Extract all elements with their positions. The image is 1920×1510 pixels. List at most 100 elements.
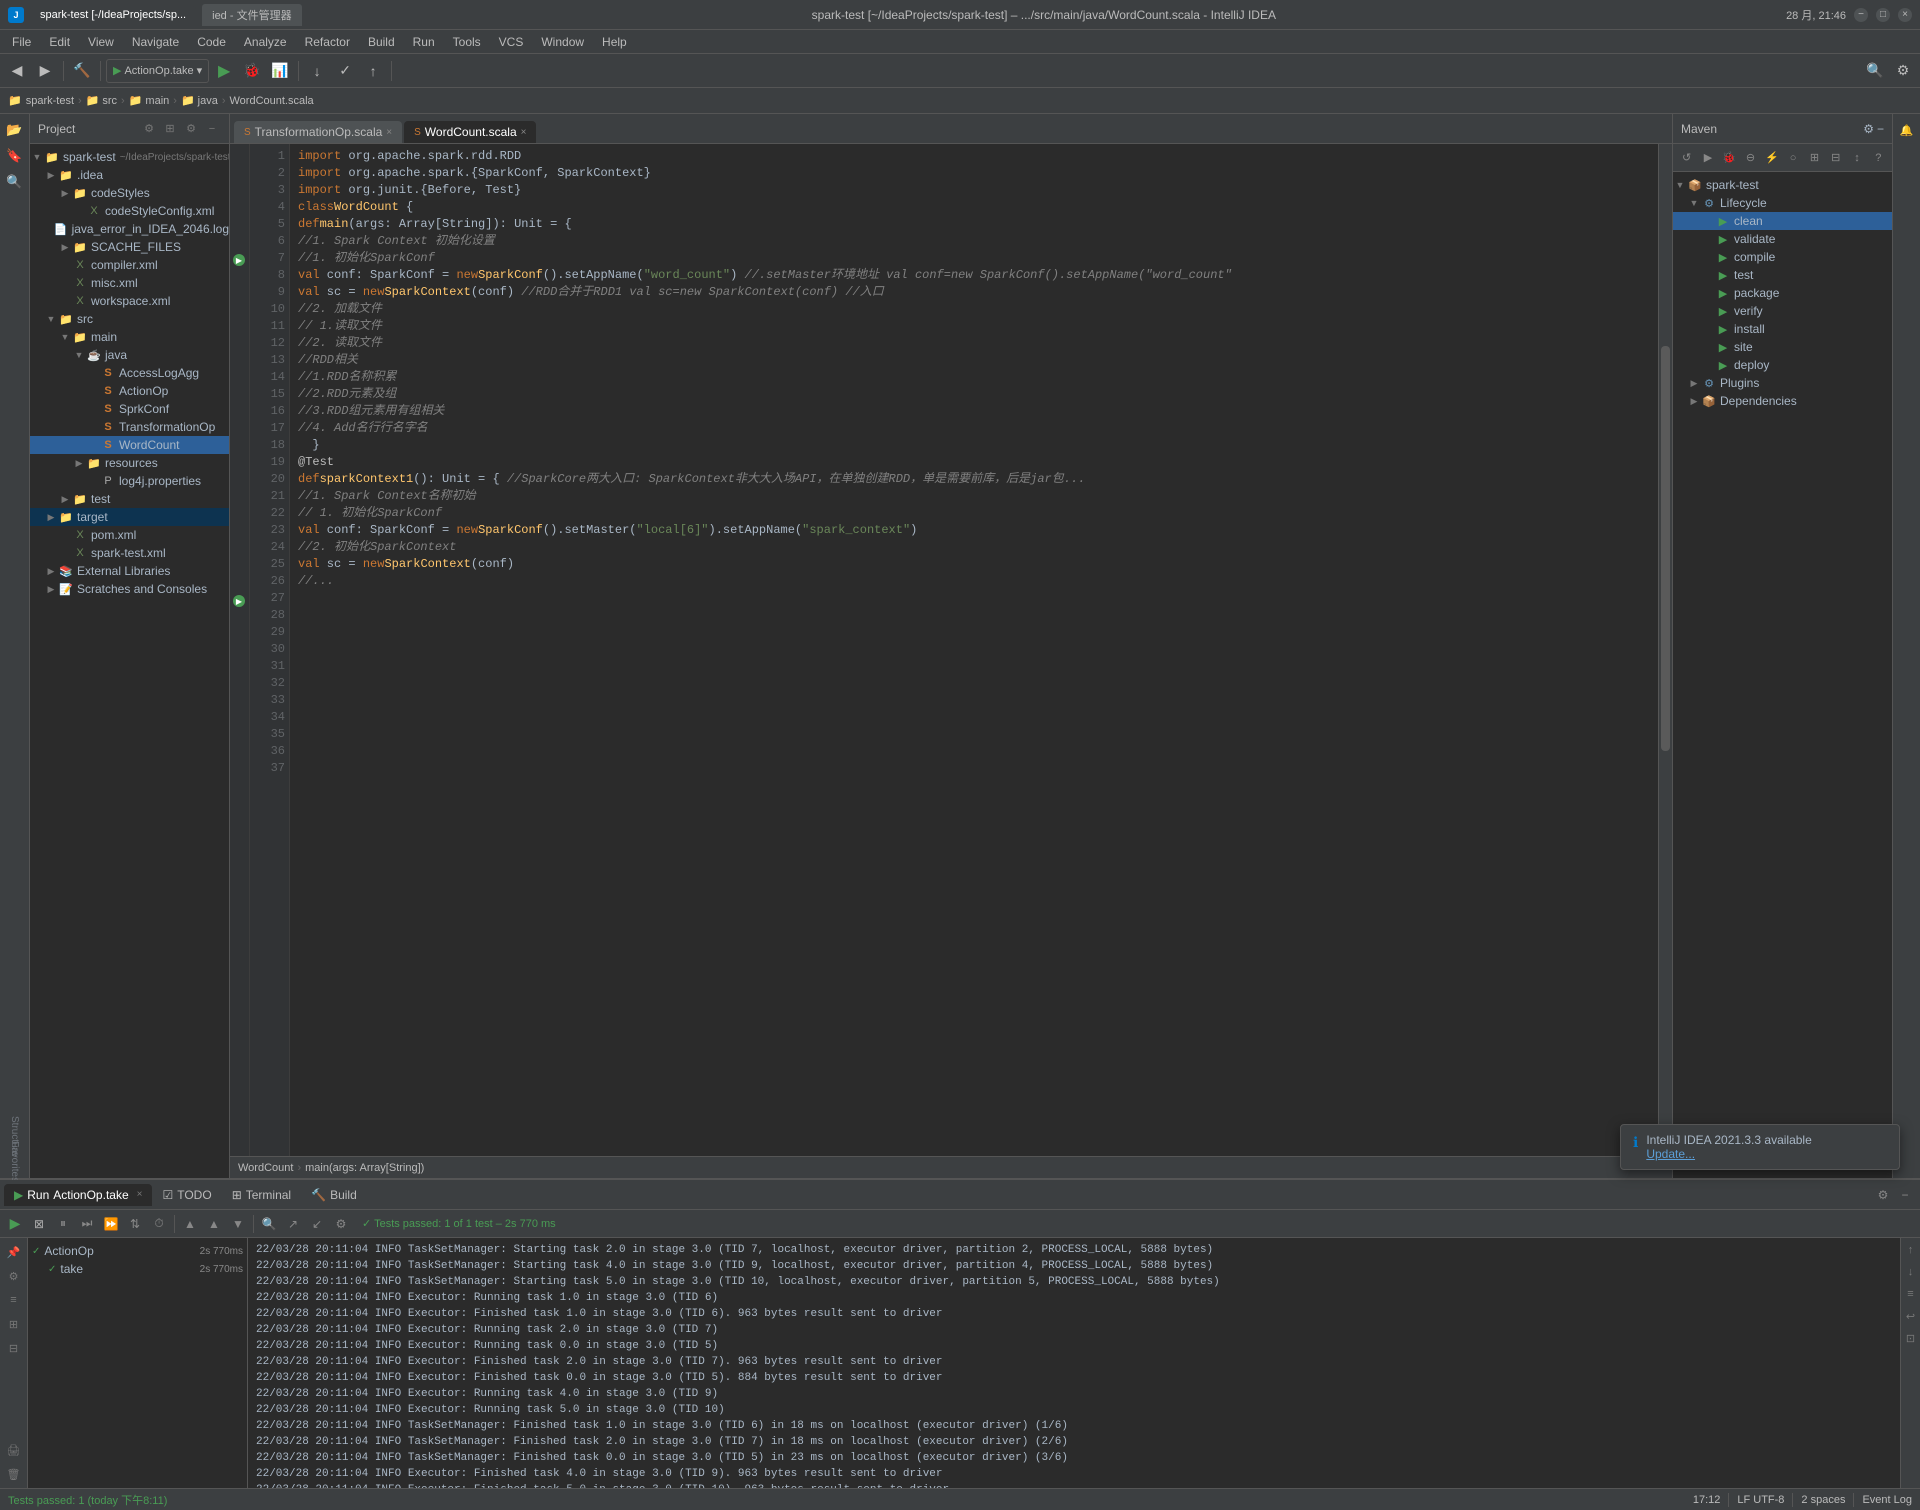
console-scroll-up[interactable]: ↑ bbox=[1901, 1240, 1920, 1260]
build-button[interactable]: 🔨 bbox=[69, 58, 95, 84]
editor-scrollbar[interactable] bbox=[1658, 144, 1672, 1156]
maven-reload-btn[interactable]: ↺ bbox=[1677, 148, 1696, 168]
breadcrumb-project[interactable]: spark-test bbox=[26, 95, 74, 107]
settings-button[interactable]: ⚙ bbox=[1890, 58, 1916, 84]
console-sort-lines[interactable]: ≡ bbox=[1901, 1284, 1920, 1304]
run-import-btn[interactable]: ↙ bbox=[306, 1213, 328, 1235]
run-side-layout[interactable]: ⊟ bbox=[4, 1338, 24, 1358]
tree-pom[interactable]: X pom.xml bbox=[30, 526, 229, 544]
run-side-print[interactable]: 🖨 bbox=[4, 1440, 24, 1460]
tree-workspace[interactable]: X workspace.xml bbox=[30, 292, 229, 310]
menu-build[interactable]: Build bbox=[360, 33, 403, 51]
project-layout-icon[interactable]: ⊞ bbox=[161, 120, 179, 138]
notifications-icon[interactable]: 🔔 bbox=[1895, 118, 1919, 142]
menu-window[interactable]: Window bbox=[533, 33, 592, 51]
maven-deploy[interactable]: ▶ deploy bbox=[1673, 356, 1892, 374]
forward-button[interactable]: ▶ bbox=[32, 58, 58, 84]
tree-compiler[interactable]: X compiler.xml bbox=[30, 256, 229, 274]
tree-scratches[interactable]: ▶ 📝 Scratches and Consoles bbox=[30, 580, 229, 598]
run-tab[interactable]: ▶ Run ActionOp.take × bbox=[4, 1184, 152, 1206]
tree-transformationop[interactable]: S TransformationOp bbox=[30, 418, 229, 436]
breadcrumb-src[interactable]: 📁 src bbox=[86, 94, 117, 107]
back-button[interactable]: ◀ bbox=[4, 58, 30, 84]
maven-site[interactable]: ▶ site bbox=[1673, 338, 1892, 356]
run-side-filter[interactable]: ≡ bbox=[4, 1290, 24, 1310]
tree-actionop[interactable]: S ActionOp bbox=[30, 382, 229, 400]
run-pause-btn[interactable]: ⏸ bbox=[52, 1213, 74, 1235]
run-indicator-27[interactable]: ▶ bbox=[233, 595, 245, 607]
tab-wordcount[interactable]: S WordCount.scala × bbox=[404, 121, 536, 143]
maven-generate-sources-btn[interactable]: ⚡ bbox=[1762, 148, 1781, 168]
maven-compile[interactable]: ▶ compile bbox=[1673, 248, 1892, 266]
menu-code[interactable]: Code bbox=[189, 33, 234, 51]
maven-settings-icon[interactable]: ⚙ bbox=[1863, 122, 1874, 136]
maven-minimize-icon[interactable]: − bbox=[1877, 122, 1884, 136]
tree-spark-test-xml[interactable]: X spark-test.xml bbox=[30, 544, 229, 562]
terminal-tab[interactable]: ⊞ Terminal bbox=[222, 1184, 301, 1206]
menu-help[interactable]: Help bbox=[594, 33, 635, 51]
project-close-icon[interactable]: − bbox=[203, 120, 221, 138]
tree-codeStyleConfig[interactable]: X codeStyleConfig.xml bbox=[30, 202, 229, 220]
menu-file[interactable]: File bbox=[4, 33, 39, 51]
run-tree-actionop[interactable]: ✓ ActionOp 2s 770ms bbox=[32, 1242, 243, 1260]
status-spaces[interactable]: 2 spaces bbox=[1801, 1494, 1845, 1506]
run-sort-alpha-btn[interactable]: ⇅ bbox=[124, 1213, 146, 1235]
breadcrumb-file[interactable]: WordCount.scala bbox=[230, 95, 314, 107]
menu-refactor[interactable]: Refactor bbox=[297, 33, 358, 51]
maven-help-btn[interactable]: ? bbox=[1869, 148, 1888, 168]
tree-target[interactable]: ▶ 📁 target bbox=[30, 508, 229, 526]
status-line-col[interactable]: 17:12 bbox=[1693, 1494, 1721, 1506]
run-side-settings[interactable]: ⚙ bbox=[4, 1266, 24, 1286]
titlebar-tab-2[interactable]: ied - 文件管理器 bbox=[202, 4, 301, 26]
tree-access-log-agg[interactable]: S AccessLogAgg bbox=[30, 364, 229, 382]
run-side-pin[interactable]: 📌 bbox=[4, 1242, 24, 1262]
menu-navigate[interactable]: Navigate bbox=[124, 33, 187, 51]
minimize-button[interactable]: − bbox=[1854, 8, 1868, 22]
bottom-settings-btn[interactable]: ⚙ bbox=[1872, 1184, 1894, 1206]
run-step-btn[interactable]: ⏩ bbox=[100, 1213, 122, 1235]
maven-test[interactable]: ▶ test bbox=[1673, 266, 1892, 284]
build-tab[interactable]: 🔨 Build bbox=[301, 1184, 367, 1206]
status-encoding[interactable]: LF UTF-8 bbox=[1737, 1494, 1784, 1506]
maven-collapse-all-btn[interactable]: ⊟ bbox=[1826, 148, 1845, 168]
tree-scache[interactable]: ▶ 📁 SCACHE_FILES bbox=[30, 238, 229, 256]
status-event-log[interactable]: Event Log bbox=[1862, 1494, 1912, 1506]
favorites-sidebar-icon[interactable]: Favorites bbox=[3, 1150, 27, 1174]
tree-main[interactable]: ▼ 📁 main bbox=[30, 328, 229, 346]
maven-skip-tests-btn[interactable]: ⊖ bbox=[1741, 148, 1760, 168]
debug-button[interactable]: 🐞 bbox=[239, 58, 265, 84]
vcs-update-button[interactable]: ↓ bbox=[304, 58, 330, 84]
console-auto-scroll[interactable]: ⊡ bbox=[1901, 1328, 1920, 1348]
tree-test[interactable]: ▶ 📁 test bbox=[30, 490, 229, 508]
tree-wordcount[interactable]: S WordCount bbox=[30, 436, 229, 454]
tree-ext-libs[interactable]: ▶ 📚 External Libraries bbox=[30, 562, 229, 580]
tree-resources[interactable]: ▶ 📁 resources bbox=[30, 454, 229, 472]
tree-sprkconf[interactable]: S SprkConf bbox=[30, 400, 229, 418]
run-rerun-btn[interactable]: ▶ bbox=[4, 1213, 26, 1235]
run-sort-time-btn[interactable]: ⏱ bbox=[148, 1213, 170, 1235]
todo-tab[interactable]: ☑ TODO bbox=[152, 1184, 221, 1206]
maven-debug-btn[interactable]: 🐞 bbox=[1720, 148, 1739, 168]
maven-package[interactable]: ▶ package bbox=[1673, 284, 1892, 302]
breadcrumb-main[interactable]: 📁 main bbox=[129, 94, 170, 107]
tree-log4j[interactable]: P log4j.properties bbox=[30, 472, 229, 490]
maven-expand-all-btn[interactable]: ↕ bbox=[1847, 148, 1866, 168]
coverage-button[interactable]: 📊 bbox=[267, 58, 293, 84]
project-settings-icon[interactable]: ⚙ bbox=[140, 120, 158, 138]
maven-clean[interactable]: ▶ clean bbox=[1673, 212, 1892, 230]
menu-tools[interactable]: Tools bbox=[445, 33, 489, 51]
maven-root[interactable]: ▼ 📦 spark-test bbox=[1673, 176, 1892, 194]
maven-run-btn[interactable]: ▶ bbox=[1698, 148, 1717, 168]
run-next-fail-btn[interactable]: ▼ bbox=[227, 1213, 249, 1235]
titlebar-tab-1[interactable]: spark-test [-/IdeaProjects/sp... bbox=[30, 6, 196, 24]
tree-idea[interactable]: ▶ 📁 .idea bbox=[30, 166, 229, 184]
maven-install[interactable]: ▶ install bbox=[1673, 320, 1892, 338]
run-indicator-6[interactable]: ▶ bbox=[233, 254, 245, 266]
maven-verify[interactable]: ▶ verify bbox=[1673, 302, 1892, 320]
menu-edit[interactable]: Edit bbox=[41, 33, 78, 51]
notification-update-link[interactable]: Update... bbox=[1646, 1147, 1695, 1161]
vcs-commit-button[interactable]: ✓ bbox=[332, 58, 358, 84]
run-search-btn[interactable]: 🔍 bbox=[258, 1213, 280, 1235]
tree-misc[interactable]: X misc.xml bbox=[30, 274, 229, 292]
run-prev-fail-btn[interactable]: ▲ bbox=[203, 1213, 225, 1235]
